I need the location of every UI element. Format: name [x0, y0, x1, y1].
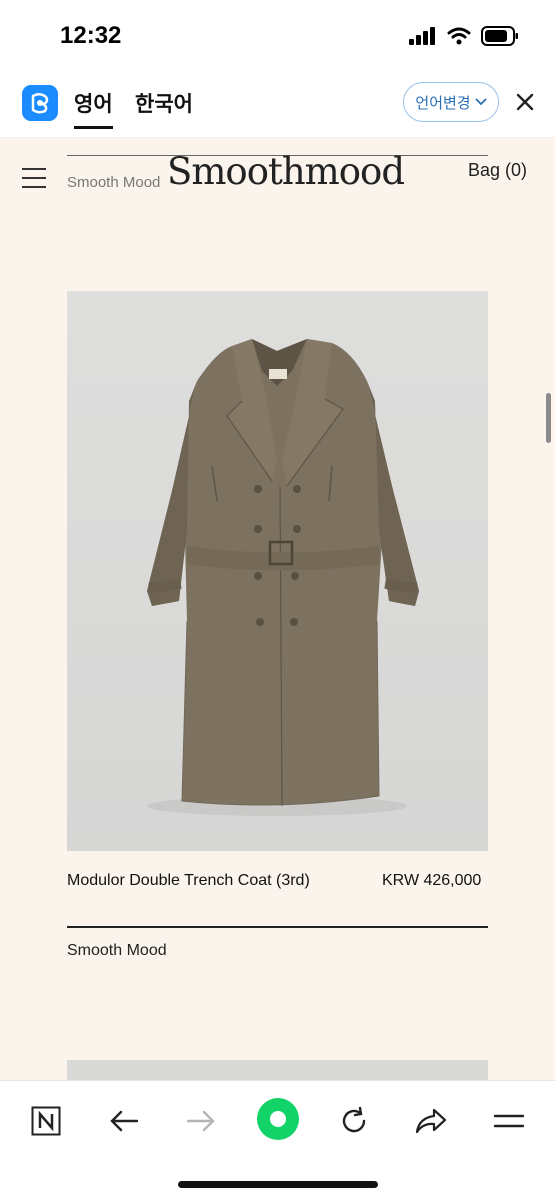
translation-bar: 영어 한국어 언어변경: [0, 70, 555, 138]
chevron-down-icon: [474, 98, 487, 106]
back-arrow-icon[interactable]: [104, 1101, 144, 1141]
product-image[interactable]: [67, 291, 488, 851]
change-language-label: 언어변경: [415, 94, 471, 112]
site-header: Smooth Mood Smoothmood Bag (0): [0, 138, 555, 228]
naver-n-icon[interactable]: [26, 1101, 66, 1141]
tab-english[interactable]: 영어: [74, 88, 113, 129]
site-logo[interactable]: Smoothmood: [167, 150, 405, 193]
share-icon[interactable]: [411, 1101, 451, 1141]
header-brand-text: Smooth Mood: [67, 174, 161, 191]
home-green-icon[interactable]: [255, 1096, 301, 1142]
product-divider: [67, 926, 488, 928]
trench-coat-image: [67, 291, 488, 851]
battery-icon: [481, 26, 518, 46]
more-menu-icon[interactable]: [489, 1101, 529, 1141]
home-indicator: [178, 1181, 378, 1188]
browser-toolbar: [0, 1080, 555, 1200]
product-price: KRW 426,000: [382, 872, 482, 889]
status-icons: [409, 26, 519, 46]
papago-logo-icon[interactable]: [22, 85, 58, 121]
change-language-button[interactable]: 언어변경: [403, 82, 499, 122]
bag-link[interactable]: Bag (0): [468, 160, 527, 181]
product-brand: Smooth Mood: [67, 942, 167, 959]
menu-icon[interactable]: [22, 168, 46, 188]
forward-arrow-icon: [181, 1101, 221, 1141]
product-name[interactable]: Modulor Double Trench Coat (3rd): [67, 868, 327, 894]
close-icon[interactable]: [513, 90, 537, 114]
signal-icon: [409, 27, 435, 45]
scrollbar-thumb[interactable]: [546, 393, 551, 443]
refresh-icon[interactable]: [334, 1101, 374, 1141]
tab-korean[interactable]: 한국어: [135, 88, 193, 118]
status-time: 12:32: [60, 22, 122, 49]
wifi-icon: [447, 27, 471, 45]
status-bar: 12:32: [0, 0, 555, 70]
